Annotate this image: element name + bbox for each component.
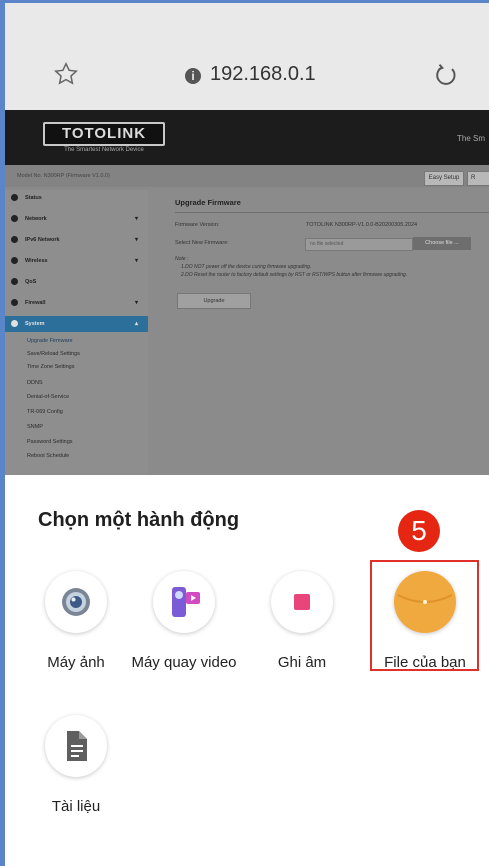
submenu-time-zone[interactable]: Time Zone Settings: [27, 364, 74, 370]
reload-icon[interactable]: [433, 62, 459, 88]
files-folder-icon: [394, 571, 456, 633]
action-files[interactable]: File của bạn: [370, 571, 480, 673]
menu-system[interactable]: System ▴: [5, 316, 148, 332]
action-documents[interactable]: Tài liệu: [21, 715, 131, 817]
ipv6-icon: [11, 236, 18, 243]
menu-qos[interactable]: QoS: [5, 274, 148, 290]
submenu-password[interactable]: Password Settings: [27, 439, 73, 445]
logo-tagline: The Smartest Network Device: [64, 147, 144, 153]
header-tagline-right: The Sm: [457, 134, 486, 143]
action-chooser-sheet: Chọn một hành động 5 Máy ảnh Máy quay vi…: [5, 475, 489, 866]
menu-firewall[interactable]: Firewall ▾: [5, 295, 148, 311]
router-sidebar: Status Network ▾ IPv6 Network ▾ Wireless ▾ …: [5, 190, 148, 475]
qos-icon: [11, 278, 18, 285]
url-text[interactable]: 192.168.0.1: [210, 63, 316, 86]
action-video[interactable]: Máy quay video: [129, 571, 239, 673]
site-info-icon[interactable]: i: [185, 68, 201, 84]
wireless-icon: [11, 257, 18, 264]
video-camera-icon: [153, 571, 215, 633]
status-icon: [11, 194, 18, 201]
bookmark-star-icon[interactable]: [53, 61, 79, 87]
submenu-ddns[interactable]: DDNS: [27, 380, 43, 386]
firmware-version-label: Firmware Version:: [175, 222, 220, 228]
camera-icon: [45, 571, 107, 633]
upgrade-button[interactable]: Upgrade: [177, 293, 251, 309]
menu-network[interactable]: Network ▾: [5, 211, 148, 227]
submenu-snmp[interactable]: SNMP: [27, 424, 43, 430]
router-header: TOTOLINK The Smartest Network Device The…: [5, 110, 489, 165]
note-line-2: 2.DO Reset the router to factory default…: [181, 272, 408, 278]
step-badge: 5: [398, 510, 440, 552]
submenu-upgrade-firmware[interactable]: Upgrade Firmware: [27, 338, 73, 344]
router-admin-page: TOTOLINK The Smartest Network Device The…: [5, 110, 489, 475]
sound-recorder-icon: [271, 571, 333, 633]
note-title: Note :: [175, 256, 189, 262]
note-line-1: 1.DO NOT power off the device curing fir…: [181, 264, 312, 270]
network-icon: [11, 215, 18, 222]
system-icon: [11, 320, 18, 327]
select-firmware-label: Select New Firmware:: [175, 240, 229, 246]
action-label: Ghi âm: [277, 654, 327, 671]
firmware-version-value: TOTOLINK N300RP-V1.0.0-B20200305.2024: [306, 222, 418, 228]
choose-file-button[interactable]: Choose file ...: [413, 237, 471, 250]
action-label: Tài liệu: [51, 798, 101, 815]
menu-wireless[interactable]: Wireless ▾: [5, 253, 148, 269]
upgrade-firmware-title: Upgrade Firmware: [175, 198, 241, 207]
action-label: File của bạn: [384, 654, 466, 671]
firmware-file-input[interactable]: no file selected: [305, 238, 413, 251]
action-label: Máy ảnh: [47, 654, 105, 671]
submenu-save-reload[interactable]: Save/Reload Settings: [27, 351, 80, 357]
totolink-logo: TOTOLINK: [43, 122, 165, 146]
reboot-button[interactable]: R: [467, 171, 489, 186]
submenu-reboot-schedule[interactable]: Reboot Schedule: [27, 453, 69, 459]
model-number: Model No. N300RP (Firmware V1.0.0): [17, 173, 110, 179]
submenu-tr069[interactable]: TR-069 Config: [27, 409, 63, 415]
menu-status[interactable]: Status: [5, 190, 148, 206]
submenu-dos[interactable]: Denial-of-Service: [27, 394, 69, 400]
easy-setup-button[interactable]: Easy Setup: [424, 171, 464, 186]
sheet-title: Chọn một hành động: [38, 509, 240, 531]
firewall-icon: [11, 299, 18, 306]
router-content: Upgrade Firmware Firmware Version: TOTOL…: [148, 190, 489, 475]
action-camera[interactable]: Máy ảnh: [21, 571, 131, 673]
title-divider: [175, 212, 489, 213]
address-bar: i 192.168.0.1: [5, 3, 489, 110]
menu-ipv6-network[interactable]: IPv6 Network ▾: [5, 232, 148, 248]
action-sound-recorder[interactable]: Ghi âm: [247, 571, 357, 673]
action-label: Máy quay video: [131, 654, 237, 671]
documents-icon: [45, 715, 107, 777]
